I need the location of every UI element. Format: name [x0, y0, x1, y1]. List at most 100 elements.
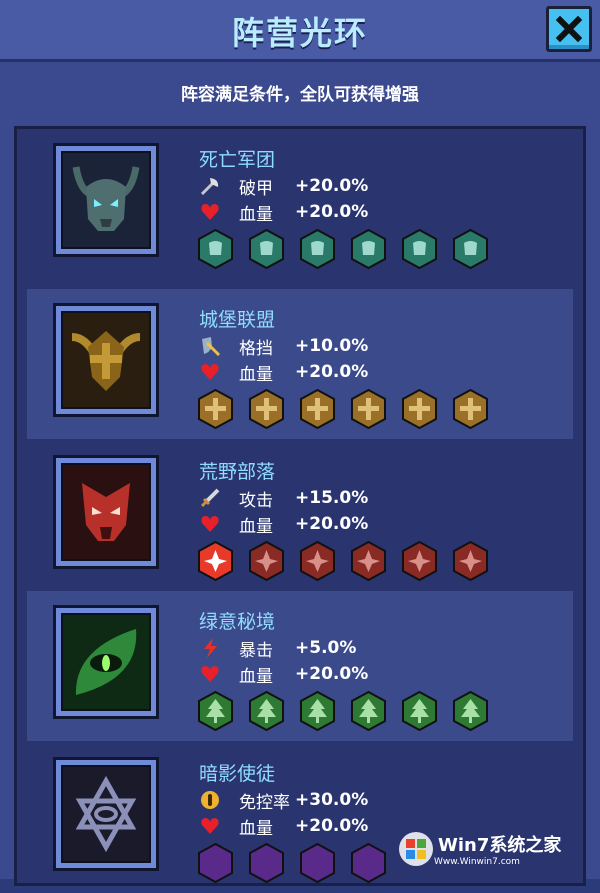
- stat-row: 免控率 +30.0%: [199, 788, 369, 813]
- hero-slot-row: [197, 229, 489, 269]
- stat-label: 暴击: [239, 640, 273, 661]
- shield-sword-icon: [199, 335, 221, 357]
- stat-value: +30.0%: [295, 790, 369, 810]
- faction-row-wild[interactable]: 荒野部落 攻击 +15.0% 血量 +20.0%: [27, 441, 573, 591]
- wild-slot-icon-active[interactable]: [197, 541, 234, 581]
- axe-icon: [199, 175, 221, 197]
- stat-value: +20.0%: [295, 514, 369, 534]
- site-watermark: Win7系统之家 Www.Winwin7.com: [398, 829, 594, 869]
- hexagram-eye-icon: [75, 775, 137, 853]
- heart-icon: [199, 361, 221, 383]
- stat-value: +20.0%: [295, 362, 369, 382]
- hero-slot-row: [197, 843, 387, 883]
- faction-row-shadow[interactable]: 暗影使徒 免控率 +30.0% 血量 +20.0%: [27, 743, 573, 893]
- stat-label: 血量: [239, 666, 273, 687]
- sword-icon: [199, 487, 221, 509]
- castle-slot-icon[interactable]: [248, 389, 285, 429]
- watermark-url: Www.Winwin7.com: [434, 857, 520, 867]
- stat-label: 免控率: [239, 792, 290, 813]
- stat-value: +5.0%: [295, 638, 357, 658]
- stat-value: +15.0%: [295, 488, 369, 508]
- wild-slot-icon[interactable]: [452, 541, 489, 581]
- leaf-eye-icon: [75, 629, 137, 695]
- wild-slot-icon[interactable]: [299, 541, 336, 581]
- heart-icon: [199, 513, 221, 535]
- faction-portrait: [53, 303, 159, 417]
- faction-row-castle[interactable]: 城堡联盟 格挡 +10.0% 血量 +20.0%: [27, 289, 573, 439]
- faction-name: 暗影使徒: [199, 763, 276, 785]
- stat-label: 血量: [239, 818, 273, 839]
- faction-name: 死亡军团: [199, 149, 276, 171]
- stat-row: 攻击 +15.0%: [199, 486, 369, 511]
- page-title: 阵营光环: [231, 14, 368, 52]
- wild-slot-icon[interactable]: [248, 541, 285, 581]
- stat-label: 血量: [239, 364, 273, 385]
- watermark-text: Win7系统之家: [438, 835, 562, 856]
- undead-slot-icon[interactable]: [299, 229, 336, 269]
- shadow-slot-icon[interactable]: [248, 843, 285, 883]
- faction-name: 绿意秘境: [199, 611, 276, 633]
- stat-label: 破甲: [239, 178, 273, 199]
- green-slot-icon[interactable]: [452, 691, 489, 731]
- horned-skull-icon: [72, 166, 140, 231]
- castle-slot-icon[interactable]: [452, 389, 489, 429]
- faction-portrait: [53, 143, 159, 257]
- stat-value: +20.0%: [295, 202, 369, 222]
- stat-row: 破甲 +20.0%: [199, 174, 369, 199]
- faction-aura-window: 阵营光环 阵容满足条件，全队可获得增强 死亡军团 破甲 +20.0% 血量 +2…: [0, 0, 600, 886]
- stat-row: 格挡 +10.0%: [199, 334, 368, 359]
- green-slot-icon[interactable]: [248, 691, 285, 731]
- stat-row: 血量 +20.0%: [199, 662, 369, 687]
- hero-slot-row: [197, 691, 489, 731]
- faction-portrait: [53, 605, 159, 719]
- title-bar: 阵营光环: [0, 0, 600, 62]
- wild-slot-icon[interactable]: [401, 541, 438, 581]
- faction-row-green[interactable]: 绿意秘境 暴击 +5.0% 血量 +20.0%: [27, 591, 573, 741]
- stat-row: 血量 +20.0%: [199, 360, 369, 385]
- wild-slot-icon[interactable]: [350, 541, 387, 581]
- faction-name: 荒野部落: [199, 461, 276, 483]
- green-slot-icon[interactable]: [350, 691, 387, 731]
- faction-name: 城堡联盟: [199, 309, 276, 331]
- stat-value: +20.0%: [295, 816, 369, 836]
- castle-slot-icon[interactable]: [350, 389, 387, 429]
- undead-slot-icon[interactable]: [197, 229, 234, 269]
- stat-label: 血量: [239, 516, 273, 537]
- lightning-icon: [199, 637, 221, 659]
- heart-icon: [199, 663, 221, 685]
- castle-slot-icon[interactable]: [401, 389, 438, 429]
- shadow-slot-icon[interactable]: [197, 843, 234, 883]
- close-button[interactable]: [546, 6, 592, 52]
- heart-icon: [199, 201, 221, 223]
- stat-row: 血量 +20.0%: [199, 200, 369, 225]
- stat-label: 血量: [239, 204, 273, 225]
- stat-row: 血量 +20.0%: [199, 814, 369, 839]
- stat-row: 血量 +20.0%: [199, 512, 369, 537]
- stat-value: +20.0%: [295, 176, 369, 196]
- green-slot-icon[interactable]: [299, 691, 336, 731]
- shadow-slot-icon[interactable]: [350, 843, 387, 883]
- red-mask-icon: [82, 483, 130, 541]
- undead-slot-icon[interactable]: [248, 229, 285, 269]
- hero-slot-row: [197, 389, 489, 429]
- faction-list[interactable]: 死亡军团 破甲 +20.0% 血量 +20.0% 城堡联盟 格挡 +10.0% …: [14, 126, 586, 886]
- shadow-slot-icon[interactable]: [299, 843, 336, 883]
- castle-slot-icon[interactable]: [197, 389, 234, 429]
- close-icon: [556, 16, 582, 42]
- stat-label: 格挡: [239, 338, 273, 359]
- faction-row-undead[interactable]: 死亡军团 破甲 +20.0% 血量 +20.0%: [27, 129, 573, 279]
- castle-slot-icon[interactable]: [299, 389, 336, 429]
- green-slot-icon[interactable]: [197, 691, 234, 731]
- faction-portrait: [53, 757, 159, 871]
- heart-icon: [199, 815, 221, 837]
- stat-label: 攻击: [239, 490, 273, 511]
- winged-cross-icon: [71, 331, 141, 391]
- undead-slot-icon[interactable]: [401, 229, 438, 269]
- faction-portrait: [53, 455, 159, 569]
- control-icon: [199, 789, 221, 811]
- stat-value: +20.0%: [295, 664, 369, 684]
- undead-slot-icon[interactable]: [452, 229, 489, 269]
- green-slot-icon[interactable]: [401, 691, 438, 731]
- undead-slot-icon[interactable]: [350, 229, 387, 269]
- hero-slot-row: [197, 541, 489, 581]
